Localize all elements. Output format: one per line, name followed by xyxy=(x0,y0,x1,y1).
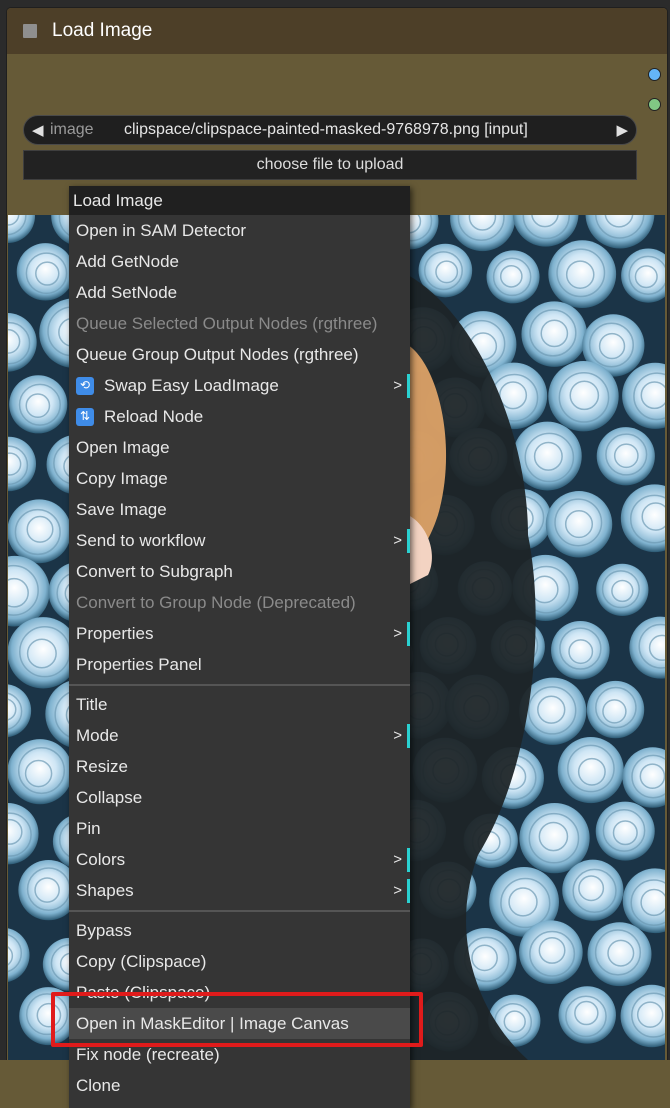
output-slot-image[interactable] xyxy=(648,68,661,81)
menu-item-open-in-maskeditor[interactable]: Open in MaskEditor | Image Canvas xyxy=(69,1008,410,1039)
combo-label: image xyxy=(50,121,94,138)
rose-shape xyxy=(519,920,583,984)
menu-item-pin[interactable]: Pin xyxy=(69,813,410,844)
chevron-right-icon: > xyxy=(393,851,402,868)
menu-item-title[interactable]: Title xyxy=(69,689,410,720)
rose-shape xyxy=(16,243,75,301)
submenu-indicator: > xyxy=(392,720,410,751)
menu-item-add-getnode[interactable]: Add GetNode xyxy=(69,246,410,277)
reload-icon: ⇅ xyxy=(76,407,94,426)
menu-item-shapes[interactable]: Shapes > xyxy=(69,875,410,906)
rose-shape xyxy=(548,240,617,309)
menu-item-reload-node[interactable]: ⇅ Reload Node xyxy=(69,401,410,432)
node-collapse-toggle[interactable] xyxy=(23,24,37,38)
node-header[interactable]: Load Image xyxy=(7,8,667,54)
context-menu: Load Image Open in SAM Detector Add GetN… xyxy=(69,186,410,1108)
rose-shape xyxy=(8,739,73,805)
submenu-indicator: > xyxy=(392,525,410,556)
menu-item-properties[interactable]: Properties > xyxy=(69,618,410,649)
menu-item-paste-clipspace[interactable]: Paste (Clipspace) xyxy=(69,977,410,1008)
graph-canvas[interactable]: Load Image ◀ image clipspace/clipspace-p… xyxy=(0,0,670,1108)
menu-item-properties-panel[interactable]: Properties Panel xyxy=(69,649,410,680)
output-slot-mask[interactable] xyxy=(648,98,661,111)
combo-value[interactable]: clipspace/clipspace-painted-masked-97689… xyxy=(124,121,616,139)
menu-item-open-sam-detector[interactable]: Open in SAM Detector xyxy=(69,215,410,246)
swap-icon: ⟲ xyxy=(76,376,94,395)
combo-next-arrow-icon[interactable]: ▶ xyxy=(616,121,628,139)
menu-item-convert-to-subgraph[interactable]: Convert to Subgraph xyxy=(69,556,410,587)
rose-shape xyxy=(521,301,587,367)
menu-item-queue-group-output[interactable]: Queue Group Output Nodes (rgthree) xyxy=(69,339,410,370)
menu-item-send-to-workflow[interactable]: Send to workflow > xyxy=(69,525,410,556)
menu-item-bypass[interactable]: Bypass xyxy=(69,915,410,946)
submenu-indicator: > xyxy=(392,844,410,875)
submenu-indicator: > xyxy=(392,618,410,649)
chevron-right-icon: > xyxy=(393,625,402,642)
menu-item-collapse[interactable]: Collapse xyxy=(69,782,410,813)
menu-item-copy-clipspace[interactable]: Copy (Clipspace) xyxy=(69,946,410,977)
image-combo-widget[interactable]: ◀ image clipspace/clipspace-painted-mask… xyxy=(23,115,637,145)
menu-separator xyxy=(69,910,410,912)
chevron-right-icon: > xyxy=(393,532,402,549)
chevron-right-icon: > xyxy=(393,727,402,744)
combo-prev-arrow-icon[interactable]: ◀ xyxy=(32,121,48,139)
submenu-indicator: > xyxy=(392,875,410,906)
menu-item-queue-selected-output: Queue Selected Output Nodes (rgthree) xyxy=(76,314,378,333)
menu-item-resize[interactable]: Resize xyxy=(69,751,410,782)
chevron-right-icon: > xyxy=(393,377,402,394)
menu-separator xyxy=(69,684,410,686)
upload-button[interactable]: choose file to upload xyxy=(23,150,637,180)
rose-shape xyxy=(558,986,616,1044)
menu-item-open-image[interactable]: Open Image xyxy=(69,432,410,463)
menu-item-copy-image[interactable]: Copy Image xyxy=(69,463,410,494)
menu-item-add-setnode[interactable]: Add SetNode xyxy=(69,277,410,308)
menu-item-fix-node[interactable]: Fix node (recreate) xyxy=(69,1039,410,1070)
menu-item-convert-to-group-node: Convert to Group Node (Deprecated) xyxy=(76,593,356,612)
menu-item-save-image[interactable]: Save Image xyxy=(69,494,410,525)
menu-item-mode[interactable]: Mode > xyxy=(69,720,410,751)
menu-item-clone[interactable]: Clone xyxy=(69,1070,410,1101)
menu-item-swap-easy-loadimage[interactable]: ⟲ Swap Easy LoadImage > xyxy=(69,370,410,401)
menu-item-colors[interactable]: Colors > xyxy=(69,844,410,875)
rose-shape xyxy=(587,922,652,987)
chevron-right-icon: > xyxy=(393,882,402,899)
node-title: Load Image xyxy=(52,20,153,41)
menu-title: Load Image xyxy=(69,186,410,215)
submenu-indicator: > xyxy=(392,370,410,401)
